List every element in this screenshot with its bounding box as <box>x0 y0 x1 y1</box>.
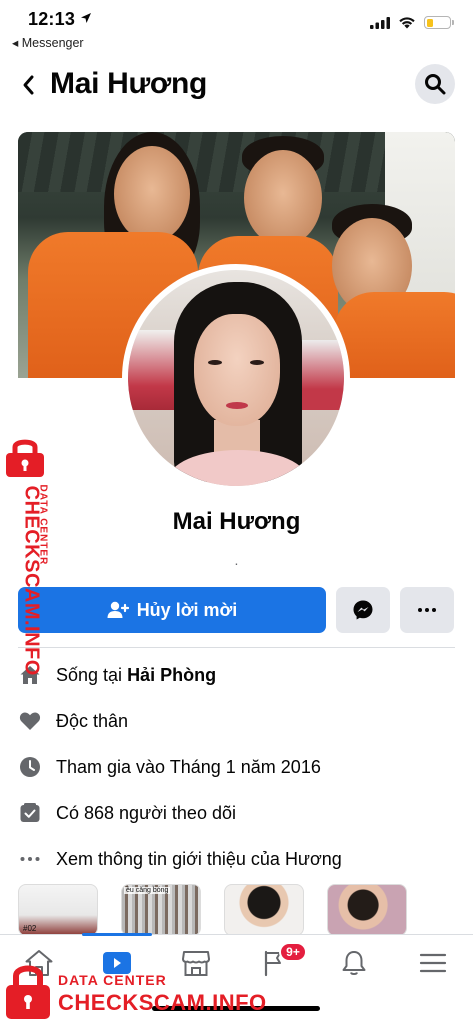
message-button[interactable] <box>336 587 390 633</box>
detail-lives-in-text: Sống tại Hải Phòng <box>56 664 217 685</box>
photos-row: #02 ều căng bóng <box>18 884 458 936</box>
location-arrow-icon <box>81 13 92 23</box>
photo-label: #02 <box>23 924 37 933</box>
more-options-button[interactable] <box>400 587 454 633</box>
profile-bio: . <box>234 552 239 568</box>
watermark-bottom: DATA CENTER CHECKSCAM.INFO <box>0 958 473 1024</box>
back-to-messenger-link[interactable]: ◂ Messenger <box>12 35 84 50</box>
watermark-bottom-sub: DATA CENTER <box>58 972 167 988</box>
page-title: Mai Hương <box>50 67 208 100</box>
detail-relationship-text: Độc thân <box>56 710 129 731</box>
detail-joined-text: Tham gia vào Tháng 1 năm 2016 <box>56 756 321 777</box>
padlock-icon <box>6 439 44 477</box>
detail-followers-text: Có 868 người theo dõi <box>56 802 236 823</box>
detail-relationship: Độc thân <box>18 698 458 744</box>
person-add-icon <box>107 601 129 618</box>
photo-thumbnail[interactable]: #02 <box>18 884 98 936</box>
photo-label: ều căng bóng <box>124 887 171 894</box>
more-info-icon <box>18 847 42 871</box>
detail-followers[interactable]: Có 868 người theo dõi <box>18 790 458 836</box>
profile-header: Mai Hương <box>0 62 473 108</box>
search-button[interactable] <box>415 64 455 104</box>
status-bar: 12:13 ◂ Messenger <box>0 0 473 56</box>
chevron-left-icon <box>23 75 34 95</box>
messenger-icon <box>353 600 373 620</box>
avatar <box>128 270 344 486</box>
status-icons <box>370 16 454 29</box>
back-to-messenger-label: ◂ Messenger <box>12 36 84 50</box>
battery-icon <box>424 16 454 29</box>
cancel-friend-request-button[interactable]: Hủy lời mời <box>18 587 326 633</box>
heart-icon <box>18 709 42 733</box>
status-time: 12:13 <box>28 9 92 30</box>
see-about-info-link[interactable]: Xem thông tin giới thiệu của Hương <box>18 836 458 882</box>
section-divider <box>18 647 455 648</box>
photo-thumbnail[interactable]: ều căng bóng <box>121 884 201 936</box>
clock-icon <box>18 755 42 779</box>
photo-thumbnail[interactable] <box>224 884 304 936</box>
photo-thumbnail[interactable] <box>327 884 407 936</box>
watermark-bottom-title: CHECKSCAM.INFO <box>58 990 267 1015</box>
more-horizontal-icon <box>418 608 436 612</box>
watermark-side-title: CHECKSCAM.INFO <box>20 485 43 676</box>
detail-joined: Tham gia vào Tháng 1 năm 2016 <box>18 744 458 790</box>
watermark-side: DATA CENTER CHECKSCAM.INFO <box>0 434 52 676</box>
cancel-friend-request-label: Hủy lời mời <box>136 599 238 620</box>
detail-lives-in: Sống tại Hải Phòng <box>18 652 458 698</box>
back-button[interactable] <box>14 70 42 100</box>
active-tab-indicator <box>82 933 152 936</box>
see-about-info-text: Xem thông tin giới thiệu của Hương <box>56 848 342 869</box>
wifi-icon <box>399 17 415 29</box>
cellular-signal-icon <box>370 16 390 29</box>
search-icon <box>425 74 446 95</box>
battery-level <box>426 18 433 27</box>
profile-name: Mai Hương <box>172 508 301 535</box>
profile-actions: Hủy lời mời <box>18 587 455 633</box>
profile-details: Sống tại Hải Phòng Độc thân Tham gia vào… <box>18 652 458 882</box>
profile-picture[interactable] <box>122 264 350 492</box>
padlock-icon <box>6 965 50 1019</box>
status-time-text: 12:13 <box>28 9 76 29</box>
followers-icon <box>18 801 42 825</box>
